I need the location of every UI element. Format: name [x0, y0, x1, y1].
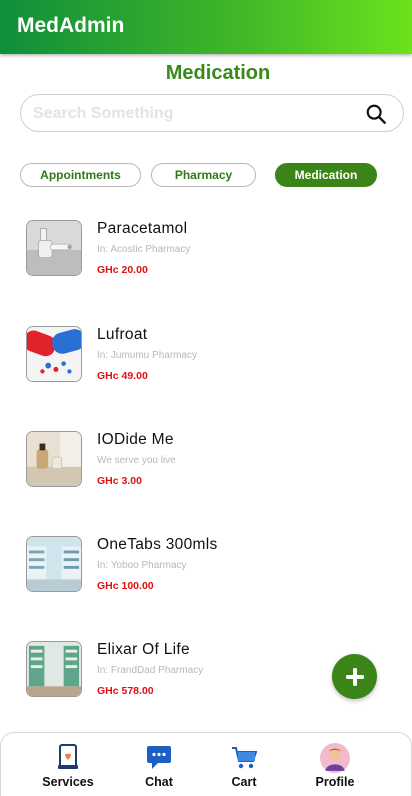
chat-icon: [147, 746, 171, 769]
medication-item-lufroat[interactable]: Lufroat In: Jumumu Pharmacy GHc 49.00: [0, 326, 412, 406]
cart-icon: [232, 747, 257, 769]
bottom-navigation: Services Chat Cart Profile: [0, 732, 412, 796]
nav-cart[interactable]: Cart: [209, 743, 279, 793]
nav-services[interactable]: Services: [33, 743, 103, 793]
app-title: MedAdmin: [17, 14, 125, 37]
medication-thumbnail: [26, 641, 82, 697]
nav-services-label: Services: [42, 775, 94, 789]
nav-profile[interactable]: Profile: [300, 743, 370, 793]
tab-appointments[interactable]: Appointments: [20, 163, 141, 187]
medication-pharmacy: In: Yoboo Pharmacy: [97, 560, 187, 571]
nav-profile-label: Profile: [315, 775, 355, 789]
search-input[interactable]: [33, 103, 353, 125]
page-title: Medication: [165, 62, 271, 84]
medication-pharmacy: We serve you live: [97, 455, 176, 466]
medication-pharmacy: In: Jumumu Pharmacy: [97, 350, 198, 361]
services-icon: [58, 744, 78, 769]
tab-medication[interactable]: Medication: [275, 163, 377, 187]
medication-item-onetabs[interactable]: OneTabs 300mls In: Yoboo Pharmacy GHc 10…: [0, 536, 412, 616]
medication-thumbnail: [26, 220, 82, 276]
medication-item-paracetamol[interactable]: Paracetamol In: Acostic Pharmacy GHc 20.…: [0, 220, 412, 300]
medication-pharmacy: In: FrandDad Pharmacy: [97, 665, 204, 676]
plus-icon: [345, 667, 364, 686]
medication-price: GHc 100.00: [97, 580, 154, 592]
tab-pharmacy[interactable]: Pharmacy: [151, 163, 256, 187]
profile-avatar-icon: [320, 743, 350, 773]
medication-name: Elixar Of Life: [97, 641, 190, 658]
medication-thumbnail: [26, 431, 82, 487]
search-icon[interactable]: [365, 103, 387, 125]
nav-chat[interactable]: Chat: [124, 743, 194, 793]
app-bar: MedAdmin: [0, 0, 412, 54]
medication-thumbnail: [26, 536, 82, 592]
medication-thumbnail: [26, 326, 82, 382]
nav-cart-label: Cart: [231, 775, 257, 789]
medication-name: OneTabs 300mls: [97, 536, 218, 553]
medication-price: GHc 578.00: [97, 685, 154, 697]
search-bar[interactable]: [20, 94, 404, 132]
category-tabs: Appointments Pharmacy Medication: [0, 163, 412, 189]
medication-price: GHc 49.00: [97, 370, 148, 382]
medication-price: GHc 3.00: [97, 475, 142, 487]
medication-item-iodide-me[interactable]: IODide Me We serve you live GHc 3.00: [0, 431, 412, 511]
medication-name: IODide Me: [97, 431, 174, 448]
add-medication-button[interactable]: [332, 654, 377, 699]
nav-chat-label: Chat: [145, 775, 173, 789]
medication-pharmacy: In: Acostic Pharmacy: [97, 244, 191, 255]
medication-name: Paracetamol: [97, 220, 188, 237]
medication-name: Lufroat: [97, 326, 148, 343]
medication-price: GHc 20.00: [97, 264, 148, 276]
